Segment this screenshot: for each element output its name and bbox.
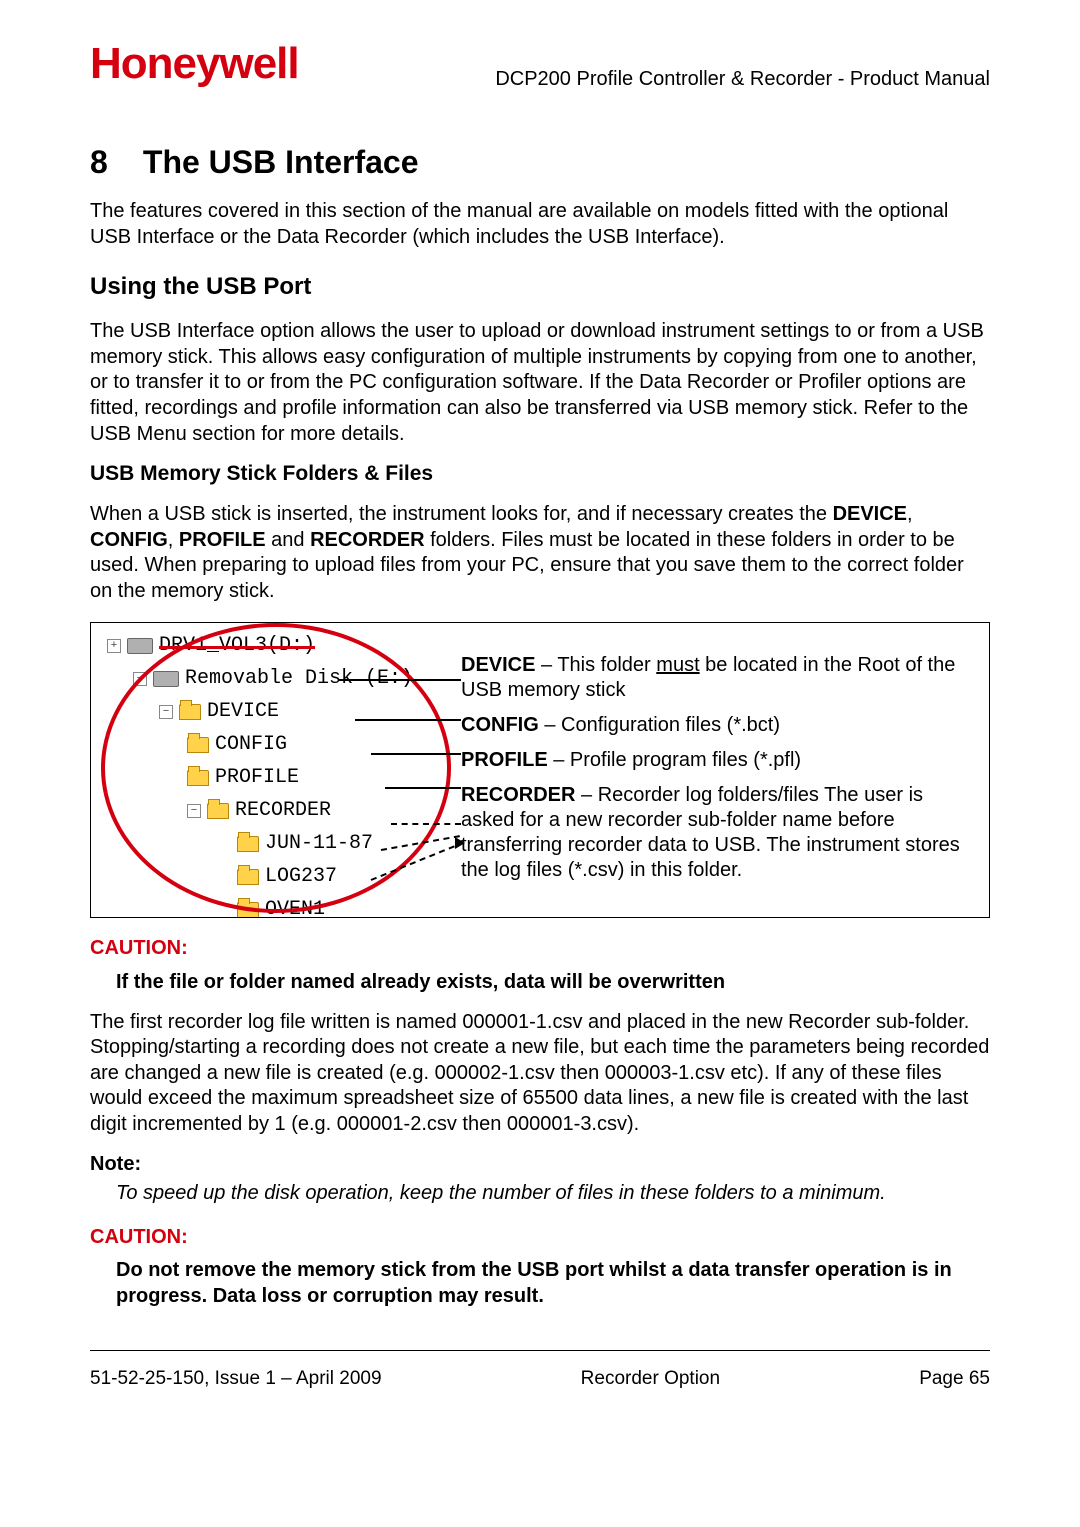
- section-heading: 8 The USB Interface: [90, 142, 990, 183]
- caution-label-2: CAUTION:: [90, 1225, 990, 1251]
- footer-center: Recorder Option: [581, 1367, 720, 1391]
- tree-profile: PROFILE: [215, 765, 299, 791]
- caution-label-1: CAUTION:: [90, 936, 990, 962]
- tree-recorder: RECORDER: [235, 798, 331, 824]
- folders-para-pre: When a USB stick is inserted, the instru…: [90, 503, 833, 525]
- section-title-text: The USB Interface: [143, 144, 419, 180]
- folder-icon: [187, 770, 209, 786]
- page-footer: 51-52-25-150, Issue 1 – April 2009 Recor…: [90, 1350, 990, 1391]
- folder-icon: [237, 902, 259, 918]
- diagram-descriptions: DEVICE – This folder must be located in …: [461, 653, 977, 893]
- leader-line: [355, 719, 461, 721]
- subhead-folders: USB Memory Stick Folders & Files: [90, 461, 990, 488]
- folders-b4: RECORDER: [310, 529, 424, 551]
- leader-dashed: [391, 823, 461, 825]
- recorder-paragraph: The first recorder log file written is n…: [90, 1010, 990, 1138]
- page-header: Honeywell DCP200 Profile Controller & Re…: [90, 36, 990, 92]
- expand-icon: −: [159, 705, 173, 719]
- expand-icon: −: [133, 672, 147, 686]
- folder-icon: [179, 704, 201, 720]
- folders-b3: PROFILE: [179, 529, 266, 551]
- note-label: Note:: [90, 1152, 990, 1178]
- note-text: To speed up the disk operation, keep the…: [116, 1181, 990, 1207]
- desc-config: CONFIG – Configuration files (*.bct): [461, 713, 977, 738]
- drive-icon: [153, 671, 179, 687]
- caution-text-1: If the file or folder named already exis…: [116, 970, 990, 996]
- footer-right: Page 65: [919, 1367, 990, 1391]
- desc-device: DEVICE – This folder must be located in …: [461, 653, 977, 703]
- desc-recorder: RECORDER – Recorder log folders/files Th…: [461, 783, 977, 883]
- desc-profile: PROFILE – Profile program files (*.pfl): [461, 748, 977, 773]
- folder-tree: +DRV1_VOL3(D:) −Removable Disk (E:) −DEV…: [91, 623, 431, 917]
- expand-icon: +: [107, 639, 121, 653]
- tree-device: DEVICE: [207, 699, 279, 725]
- subhead-usb-port: Using the USB Port: [90, 272, 990, 303]
- tree-sub1: JUN-11-87: [265, 831, 373, 857]
- caution-text-2: Do not remove the memory stick from the …: [116, 1258, 990, 1309]
- folder-icon: [187, 737, 209, 753]
- leader-line: [385, 787, 461, 789]
- folders-b1: DEVICE: [833, 503, 907, 525]
- folder-icon: [207, 803, 229, 819]
- logo: Honeywell: [90, 36, 299, 92]
- folder-diagram: +DRV1_VOL3(D:) −Removable Disk (E:) −DEV…: [90, 622, 990, 918]
- leader-line: [371, 753, 461, 755]
- drive-icon: [127, 638, 153, 654]
- document-title: DCP200 Profile Controller & Recorder - P…: [495, 67, 990, 93]
- tree-sub2: LOG237: [265, 864, 337, 890]
- folder-icon: [237, 836, 259, 852]
- intro-paragraph: The features covered in this section of …: [90, 199, 990, 250]
- folders-paragraph: When a USB stick is inserted, the instru…: [90, 502, 990, 604]
- tree-config: CONFIG: [215, 732, 287, 758]
- folder-icon: [237, 869, 259, 885]
- tree-drive1: DRV1_VOL3(D:): [159, 633, 315, 659]
- leader-line: [339, 679, 461, 681]
- expand-icon: −: [187, 804, 201, 818]
- footer-left: 51-52-25-150, Issue 1 – April 2009: [90, 1367, 382, 1391]
- usb-port-paragraph: The USB Interface option allows the user…: [90, 319, 990, 447]
- tree-sub3: OVEN1: [265, 897, 325, 918]
- section-number: 8: [90, 142, 134, 183]
- folders-b2: CONFIG: [90, 529, 168, 551]
